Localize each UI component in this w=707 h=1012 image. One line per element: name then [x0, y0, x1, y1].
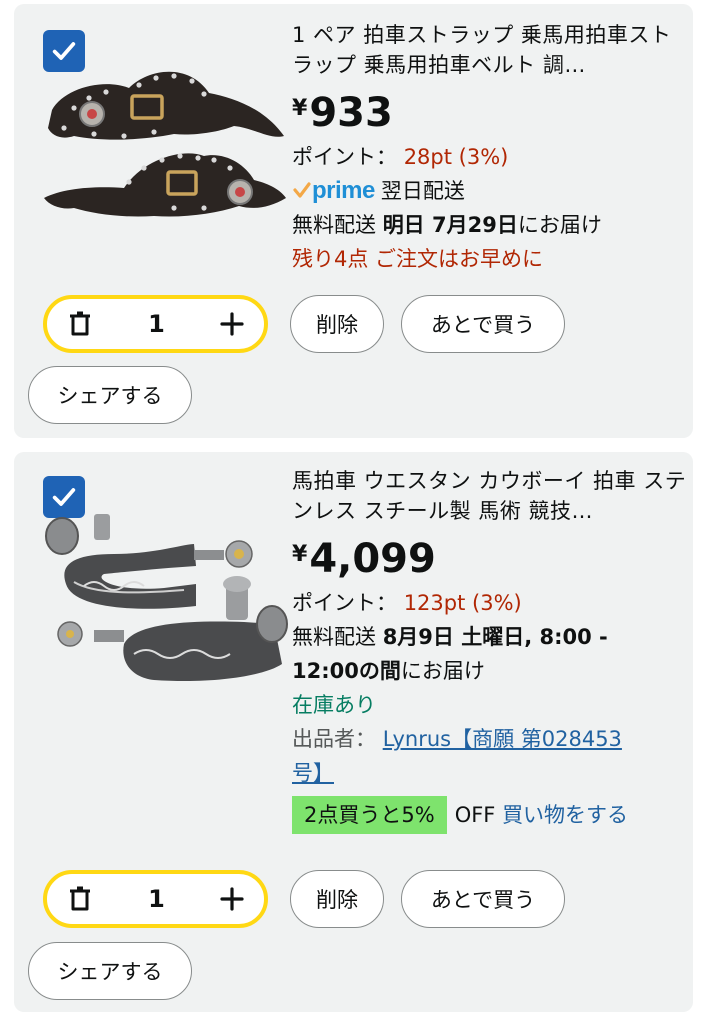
product-image[interactable]: [34, 48, 296, 248]
share-button[interactable]: シェアする: [28, 942, 192, 1000]
price: ¥ 4,099: [292, 536, 687, 586]
price: ¥ 933: [292, 90, 687, 140]
item-details: 馬拍車 ウエスタン カウボーイ 拍車 ステンレス スチール製 馬術 競技… ¥ …: [292, 466, 687, 834]
currency-symbol: ¥: [292, 96, 308, 121]
quantity-stepper[interactable]: 1: [43, 295, 268, 353]
seller-label: 出品者：: [292, 727, 376, 751]
delivery-row: 無料配送 明日 7月29日にお届け: [292, 208, 687, 242]
cart-item-card: 1 ペア 拍車ストラップ 乗馬用拍車ストラップ 乗馬用拍車ベルト 調… ¥ 93…: [14, 4, 693, 438]
save-for-later-button[interactable]: あとで買う: [401, 870, 565, 928]
product-image[interactable]: [34, 514, 296, 704]
plus-icon[interactable]: [220, 887, 244, 911]
trash-icon[interactable]: [67, 310, 93, 338]
share-button[interactable]: シェアする: [28, 366, 192, 424]
seller-link[interactable]: Lynrus【商願 第028453: [383, 727, 622, 751]
product-title[interactable]: 馬拍車 ウエスタン カウボーイ 拍車 ステンレス スチール製 馬術 競技…: [292, 466, 687, 526]
points-row: ポイント： 28pt (3%): [292, 140, 687, 174]
prime-logo: prime: [292, 174, 375, 208]
points-value: 28pt (3%): [403, 145, 509, 169]
promo-shop-link[interactable]: 買い物をする: [502, 803, 628, 827]
cart-item-card: 馬拍車 ウエスタン カウボーイ 拍車 ステンレス スチール製 馬術 競技… ¥ …: [14, 452, 693, 1012]
item-select-checkbox[interactable]: [43, 476, 85, 518]
points-label: ポイント：: [292, 591, 397, 615]
promo-badge: 2点買うと5%: [292, 796, 447, 834]
product-title[interactable]: 1 ペア 拍車ストラップ 乗馬用拍車ストラップ 乗馬用拍車ベルト 調…: [292, 20, 687, 80]
delivery-row-2: 12:00の間にお届け: [292, 654, 687, 688]
delivery-suffix: にお届け: [517, 213, 602, 237]
delivery-date: 明日 7月29日: [382, 213, 518, 237]
price-amount: 933: [309, 90, 393, 136]
quantity-stepper[interactable]: 1: [43, 870, 268, 928]
quantity-value: 1: [148, 310, 165, 338]
promo-row: 2点買うと5% OFF 買い物をする: [292, 796, 687, 834]
prime-delivery: 翌日配送: [380, 179, 465, 203]
delete-button[interactable]: 削除: [290, 870, 384, 928]
currency-symbol: ¥: [292, 542, 308, 567]
points-value: 123pt (3%): [403, 591, 522, 615]
item-details: 1 ペア 拍車ストラップ 乗馬用拍車ストラップ 乗馬用拍車ベルト 調… ¥ 93…: [292, 20, 687, 276]
delivery-row: 無料配送 8月9日 土曜日, 8:00 -: [292, 620, 687, 654]
prime-row: prime 翌日配送: [292, 174, 687, 208]
delivery-suffix: にお届け: [400, 659, 485, 683]
delivery-time: 12:00の間: [292, 659, 401, 683]
delivery-prefix: 無料配送: [292, 213, 376, 237]
points-label: ポイント：: [292, 145, 397, 169]
delivery-prefix: 無料配送: [292, 625, 376, 649]
stock-status: 在庫あり: [292, 693, 376, 717]
delivery-date: 8月9日 土曜日, 8:00 -: [382, 625, 608, 649]
quantity-value: 1: [148, 885, 165, 913]
delete-button[interactable]: 削除: [290, 295, 384, 353]
price-amount: 4,099: [309, 536, 436, 582]
seller-row-2: 号】: [292, 756, 687, 790]
promo-off: OFF: [454, 803, 496, 827]
trash-icon[interactable]: [67, 885, 93, 913]
seller-row: 出品者： Lynrus【商願 第028453: [292, 722, 687, 756]
prime-check-icon: [293, 182, 311, 198]
stock-warning: 残り4点 ご注文はお早めに: [292, 247, 544, 271]
points-row: ポイント： 123pt (3%): [292, 586, 687, 620]
checkmark-icon: [52, 488, 76, 506]
save-for-later-button[interactable]: あとで買う: [401, 295, 565, 353]
seller-link-cont[interactable]: 号】: [292, 761, 334, 785]
prime-word: prime: [312, 177, 375, 204]
plus-icon[interactable]: [220, 312, 244, 336]
